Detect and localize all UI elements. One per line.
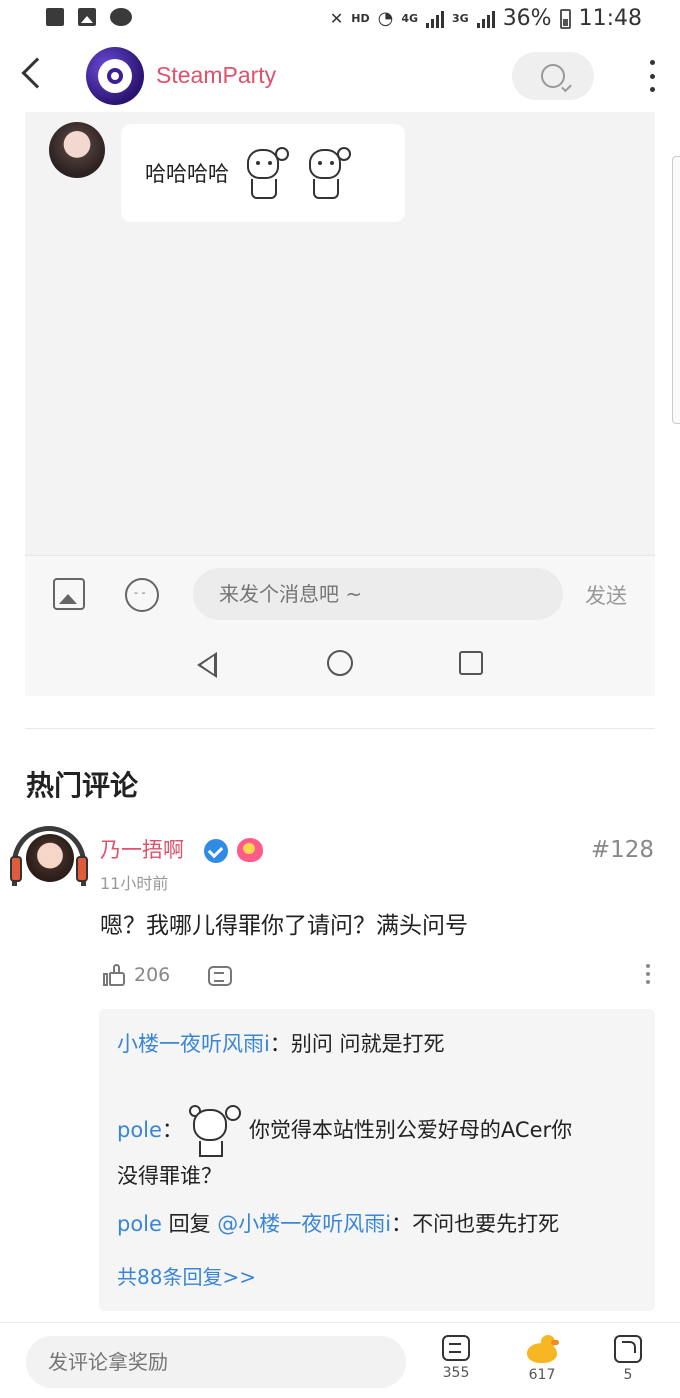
nav-back-icon	[197, 652, 217, 678]
reply-user[interactable]: pole	[117, 1212, 162, 1236]
comments-count: 355	[442, 1365, 470, 1381]
replies-box: 小楼一夜听风雨i：别问 问就是打死 pole： 你觉得本站性别公爱好母的ACer你…	[99, 1009, 655, 1311]
comment-bubble-icon	[442, 1335, 470, 1361]
channel-avatar[interactable]	[86, 47, 144, 105]
comment-body: 嗯？我哪儿得罪你了请问？满头问号	[100, 913, 468, 939]
chat-user-avatar	[49, 122, 105, 178]
nav-recent-apps-icon	[459, 651, 483, 675]
commenter-name[interactable]: 乃一捂啊	[100, 834, 184, 864]
commenter-avatar[interactable]	[10, 826, 92, 892]
signal-4g-icon	[426, 10, 444, 28]
signal-4g-label: 4G	[401, 12, 418, 25]
signal-3g-icon	[476, 10, 495, 28]
follow-user-icon	[541, 64, 565, 88]
nav-home-icon	[327, 650, 353, 676]
signal-3g-label: 3G	[452, 12, 469, 25]
comment-more-icon[interactable]	[646, 964, 650, 984]
duck-button[interactable]: 617	[517, 1335, 567, 1383]
bottom-action-bar: 355 617 5	[0, 1322, 680, 1398]
anime-girl-sticker	[239, 145, 291, 201]
reply-item[interactable]: pole 回复 @小楼一夜听风雨i：不问也要先打死	[117, 1207, 559, 1241]
chat-message-text: 哈哈哈哈	[145, 162, 229, 186]
like-count: 206	[134, 964, 171, 986]
follow-button[interactable]	[512, 52, 594, 100]
share-count: 5	[623, 1367, 633, 1383]
reply-text-continued: 没得罪谁？	[117, 1164, 222, 1188]
more-options-icon[interactable]	[645, 60, 659, 92]
hot-comments-title: 热门评论	[26, 769, 139, 802]
comments-button[interactable]: 355	[431, 1335, 481, 1381]
channel-title[interactable]: SteamParty	[156, 62, 276, 89]
battery-icon	[559, 8, 571, 29]
embedded-send-button: 发送	[585, 584, 627, 608]
anime-girl-sticker	[301, 145, 353, 201]
embedded-message-input	[193, 568, 563, 620]
reply-text: 你觉得本站性别公爱好母的ACer你	[248, 1118, 573, 1142]
reply-mention[interactable]: @小楼一夜听风雨i	[217, 1212, 391, 1236]
back-arrow-icon[interactable]	[21, 57, 53, 89]
gallery-notification-icon	[78, 8, 96, 26]
reply-item[interactable]: 小楼一夜听风雨i：别问 问就是打死	[117, 1027, 445, 1061]
emoji-icon	[125, 578, 159, 612]
reply-text: 别问 问就是打死	[290, 1032, 445, 1056]
clock: 11:48	[578, 6, 642, 31]
status-bar: ✕ HD ◔ 4G 3G 36% 11:48	[0, 0, 680, 40]
notification-icons	[46, 8, 132, 26]
reply-text: 不问也要先打死	[412, 1212, 560, 1236]
comment-floor-number: #128	[590, 837, 654, 863]
reply-user[interactable]: pole	[117, 1118, 162, 1142]
system-status: ✕ HD ◔ 4G 3G 36% 11:48	[330, 6, 642, 31]
view-all-replies-link[interactable]: 共88条回复>>	[117, 1261, 256, 1290]
section-divider	[25, 728, 655, 729]
embedded-chat-input-bar: 发送	[25, 555, 655, 630]
fan-badge-icon	[237, 838, 263, 862]
commenter-avatar-image	[26, 834, 74, 882]
reply-icon[interactable]	[208, 966, 232, 986]
embedded-android-nav-bar	[25, 630, 655, 696]
image-picker-icon	[53, 578, 85, 610]
reply-user[interactable]: 小楼一夜听风雨i	[117, 1032, 270, 1056]
verified-badge-icon	[204, 839, 228, 863]
comment-timestamp: 11小时前	[100, 874, 169, 893]
checkbox-notification-icon	[46, 8, 64, 26]
wechat-notification-icon	[110, 8, 132, 26]
wifi-icon: ◔	[377, 8, 394, 29]
share-icon	[614, 1335, 642, 1363]
battery-percent: 36%	[502, 6, 552, 31]
embedded-chat-screenshot: 哈哈哈哈	[25, 112, 655, 555]
anime-girl-sticker	[187, 1103, 245, 1159]
steam-logo-icon	[98, 59, 132, 93]
mute-icon: ✕	[329, 9, 344, 28]
hd-label: HD	[351, 12, 370, 25]
comment-input[interactable]	[26, 1336, 406, 1388]
duck-icon	[527, 1335, 559, 1363]
like-icon[interactable]	[103, 964, 125, 986]
duck-count: 617	[528, 1367, 556, 1383]
share-button[interactable]: 5	[603, 1335, 653, 1383]
side-scroll-handle[interactable]	[672, 156, 680, 424]
reply-item[interactable]: pole： 你觉得本站性别公爱好母的ACer你 没得罪谁？	[117, 1103, 572, 1193]
top-header: SteamParty	[0, 40, 680, 112]
chat-message-bubble: 哈哈哈哈	[121, 124, 405, 222]
